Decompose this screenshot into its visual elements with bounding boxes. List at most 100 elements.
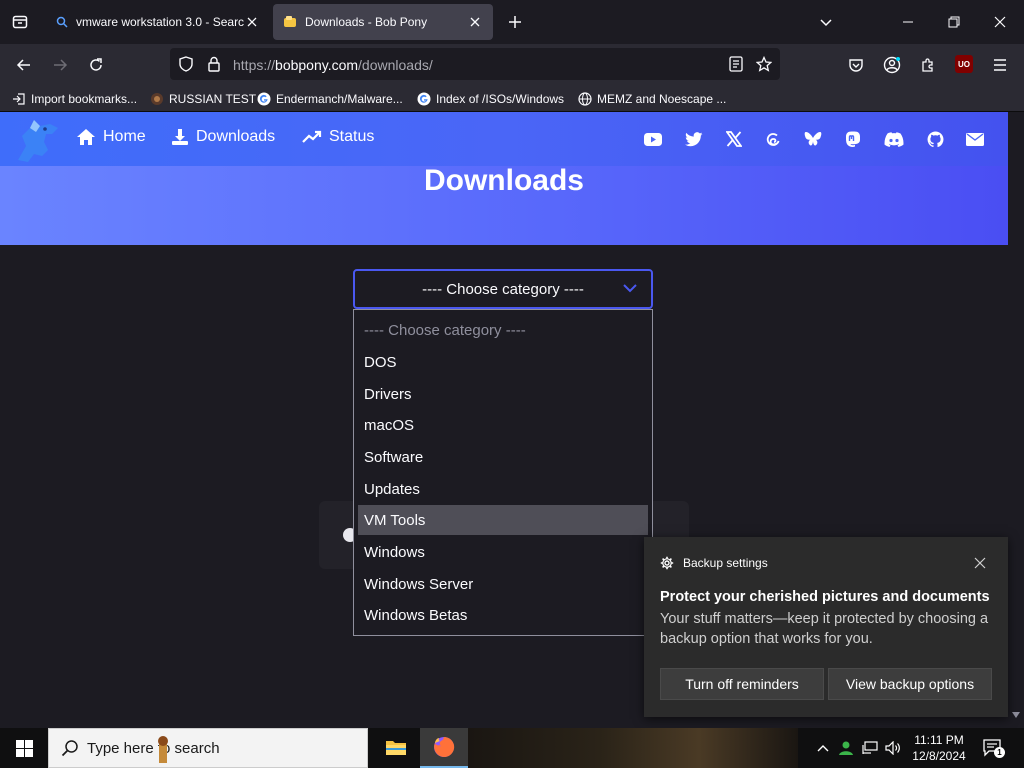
close-icon[interactable] <box>974 557 986 569</box>
user-status-icon[interactable] <box>838 740 854 756</box>
ublock-origin-icon[interactable]: UO <box>955 55 973 73</box>
category-select[interactable]: ---- Choose category ---- <box>353 269 653 309</box>
back-icon[interactable] <box>14 55 34 75</box>
github-icon[interactable] <box>926 130 944 148</box>
close-window-icon[interactable] <box>990 12 1010 32</box>
scroll-down-arrow-icon[interactable] <box>1012 712 1020 718</box>
toast-body: Your stuff matters—keep it protected by … <box>660 611 989 647</box>
dropdown-option-highlighted[interactable]: VM Tools <box>358 505 648 535</box>
settings-gear-icon <box>660 556 674 570</box>
tab-vmware-search[interactable]: vmware workstation 3.0 - Search <box>46 4 270 40</box>
url-text[interactable]: https://bobpony.com/downloads/ <box>233 57 433 73</box>
chevron-down-icon <box>623 283 637 293</box>
google-icon <box>417 92 431 106</box>
bookmark-endermanch[interactable]: Endermanch/Malware... <box>257 90 403 108</box>
mail-icon[interactable] <box>966 130 984 148</box>
mastodon-icon[interactable] <box>844 130 862 148</box>
nav-home-label: Home <box>103 128 146 145</box>
home-icon <box>76 128 96 146</box>
dropdown-option[interactable]: DOS <box>358 347 648 377</box>
tab-downloads-bob-pony[interactable]: Downloads - Bob Pony <box>273 4 493 40</box>
volume-icon[interactable] <box>885 740 901 756</box>
category-select-value: ---- Choose category ---- <box>422 280 584 298</box>
nav-status[interactable]: Status <box>302 128 374 146</box>
nav-downloads[interactable]: Downloads <box>171 128 275 146</box>
reader-view-icon[interactable] <box>727 55 745 73</box>
show-hidden-icons-chevron-icon[interactable] <box>815 740 831 756</box>
close-tab-icon[interactable] <box>467 14 483 30</box>
dropdown-option[interactable]: Windows Betas <box>358 600 648 630</box>
taskbar-clock[interactable]: 11:11 PM 12/8/2024 <box>906 732 972 764</box>
page-title: Downloads <box>423 164 584 197</box>
toast-header: Backup settings <box>660 556 768 570</box>
dropdown-option[interactable]: Updates <box>358 474 648 504</box>
url-host: bobpony.com <box>275 57 359 73</box>
url-path: /downloads/ <box>358 57 433 73</box>
page-scrollbar[interactable] <box>1008 112 1024 727</box>
view-backup-options-button[interactable]: View backup options <box>828 668 992 700</box>
search-icon <box>56 16 68 28</box>
taskbar-search-box[interactable]: Type here to search <box>48 728 368 768</box>
reload-icon[interactable] <box>86 55 106 75</box>
pocket-icon[interactable] <box>846 55 866 75</box>
dropdown-option[interactable]: Windows Server <box>358 569 648 599</box>
nav-downloads-label: Downloads <box>196 128 276 145</box>
account-icon[interactable] <box>882 55 902 75</box>
firefox-taskbar-icon[interactable] <box>420 728 468 768</box>
list-tabs-chevron-icon[interactable] <box>816 12 836 32</box>
bookmark-memz[interactable]: MEMZ and Noescape ... <box>578 90 726 108</box>
trending-up-icon <box>302 130 322 144</box>
start-button[interactable] <box>0 728 48 768</box>
backup-notification-toast: Backup settings Protect your cherished p… <box>644 537 1008 717</box>
lock-icon[interactable] <box>205 55 223 73</box>
bookmark-import[interactable]: Import bookmarks... <box>12 90 137 108</box>
restore-icon[interactable] <box>944 12 964 32</box>
dropdown-option[interactable]: Software <box>358 442 648 472</box>
download-icon <box>171 128 189 146</box>
taskbar-wallpaper-area <box>468 728 798 768</box>
notifications-icon[interactable]: 1 <box>983 738 1005 758</box>
extensions-puzzle-icon[interactable] <box>918 55 938 75</box>
bookmark-index-isos[interactable]: Index of /ISOs/Windows <box>417 90 564 108</box>
twitter-icon[interactable] <box>685 130 703 148</box>
import-icon <box>12 92 26 106</box>
youtube-icon[interactable] <box>644 130 662 148</box>
google-icon <box>257 92 271 106</box>
bob-pony-favicon <box>283 15 297 29</box>
file-explorer-icon[interactable] <box>372 728 420 768</box>
bluesky-icon[interactable] <box>804 130 822 148</box>
threads-icon[interactable] <box>764 130 782 148</box>
clock-date: 12/8/2024 <box>912 749 966 763</box>
new-tab-icon[interactable] <box>505 12 525 32</box>
dropdown-option[interactable]: macOS <box>358 410 648 440</box>
bookmark-label: Index of /ISOs/Windows <box>436 92 565 106</box>
dropdown-option[interactable]: ---- Choose category ---- <box>358 315 648 345</box>
bookmark-label: MEMZ and Noescape ... <box>597 92 727 106</box>
bookmark-russian-test[interactable]: RUSSIAN TEST <box>150 90 256 108</box>
nav-status-label: Status <box>329 128 375 145</box>
dropdown-option[interactable]: Drivers <box>358 379 648 409</box>
discord-icon[interactable] <box>884 130 904 148</box>
tab-title: Downloads - Bob Pony <box>305 15 428 29</box>
x-icon[interactable] <box>725 130 743 148</box>
bookmark-star-icon[interactable] <box>755 55 773 73</box>
hamburger-menu-icon[interactable] <box>990 55 1010 75</box>
notification-count-badge: 1 <box>994 747 1005 758</box>
dropdown-option[interactable]: Windows <box>358 537 648 567</box>
globe-icon <box>578 92 592 106</box>
bookmark-label: Import bookmarks... <box>31 92 138 106</box>
toast-title: Protect your cherished pictures and docu… <box>660 589 990 605</box>
minimize-icon[interactable] <box>898 12 918 32</box>
close-tab-icon[interactable] <box>244 14 260 30</box>
tracking-protection-shield-icon[interactable] <box>177 55 195 73</box>
bob-pony-logo[interactable] <box>12 116 62 166</box>
url-scheme: https:// <box>233 57 276 73</box>
bookmark-label: Endermanch/Malware... <box>276 92 403 106</box>
nav-home[interactable]: Home <box>76 128 146 146</box>
extension-badge: UO <box>958 59 970 69</box>
turn-off-reminders-button[interactable]: Turn off reminders <box>660 668 824 700</box>
forward-icon[interactable] <box>50 55 70 75</box>
network-icon[interactable] <box>862 740 878 756</box>
category-dropdown-list: ---- Choose category ---- DOS Drivers ma… <box>353 309 653 636</box>
firefox-view-icon[interactable] <box>10 12 30 32</box>
